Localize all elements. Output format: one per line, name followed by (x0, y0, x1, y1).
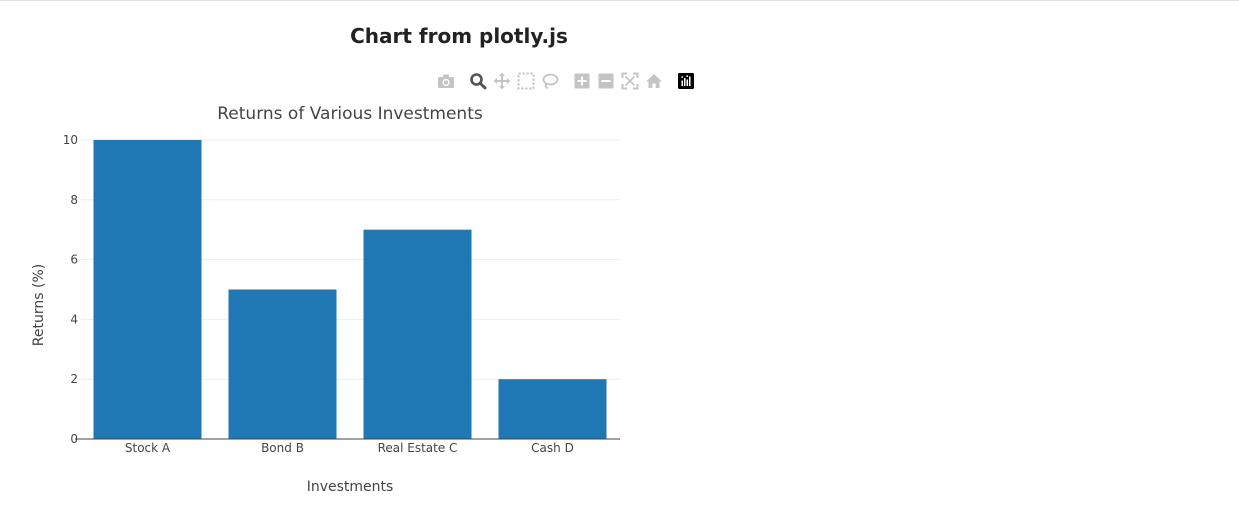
plotly-logo-link[interactable] (676, 71, 696, 91)
plotly-logo-icon (678, 73, 694, 89)
lasso-select-icon (542, 73, 559, 90)
pan-icon (493, 72, 511, 90)
y-axis-title: Returns (%) (31, 264, 47, 346)
plot-modebar (436, 71, 698, 91)
zoom-in-icon (574, 73, 590, 89)
x-tick-label: Bond B (261, 441, 304, 455)
reset-axes-button[interactable] (644, 71, 664, 91)
x-tick-label: Real Estate C (378, 441, 458, 455)
top-divider (0, 0, 1239, 1)
pan-button[interactable] (492, 71, 512, 91)
bars (93, 139, 607, 439)
home-icon (646, 74, 662, 88)
zoom-out-icon (598, 73, 614, 89)
bar-stock-a[interactable] (93, 139, 202, 439)
chart-title: Returns of Various Investments (217, 104, 483, 124)
y-tick-label: 10 (63, 133, 78, 147)
y-tick-labels: 0 2 4 6 8 10 (63, 133, 80, 446)
y-tick-label: 4 (70, 312, 78, 326)
download-plot-button[interactable] (436, 71, 456, 91)
zoom-icon (470, 73, 487, 90)
camera-icon (438, 74, 454, 88)
box-select-button[interactable] (516, 71, 536, 91)
page-title: Chart from plotly.js (350, 24, 568, 48)
y-tick-label: 8 (70, 193, 78, 207)
box-select-icon (517, 72, 535, 90)
zoom-in-button[interactable] (572, 71, 592, 91)
lasso-select-button[interactable] (540, 71, 560, 91)
bar-cash-d[interactable] (498, 379, 607, 439)
autoscale-button[interactable] (620, 71, 640, 91)
bar-real-estate-c[interactable] (363, 229, 472, 439)
zoom-out-button[interactable] (596, 71, 616, 91)
x-tick-label: Cash D (531, 441, 574, 455)
x-tick-labels: Stock A Bond B Real Estate C Cash D (125, 441, 574, 455)
autoscale-icon (621, 72, 639, 90)
bar-chart: Returns of Various Investments 0 2 4 6 8 10 S… (31, 104, 620, 495)
y-tick-label: 0 (70, 432, 78, 446)
y-tick-label: 6 (70, 253, 78, 267)
zoom-button[interactable] (468, 71, 488, 91)
x-tick-label: Stock A (125, 441, 171, 455)
x-axis-title: Investments (307, 479, 394, 495)
y-tick-label: 2 (70, 372, 78, 386)
bar-bond-b[interactable] (228, 289, 337, 439)
